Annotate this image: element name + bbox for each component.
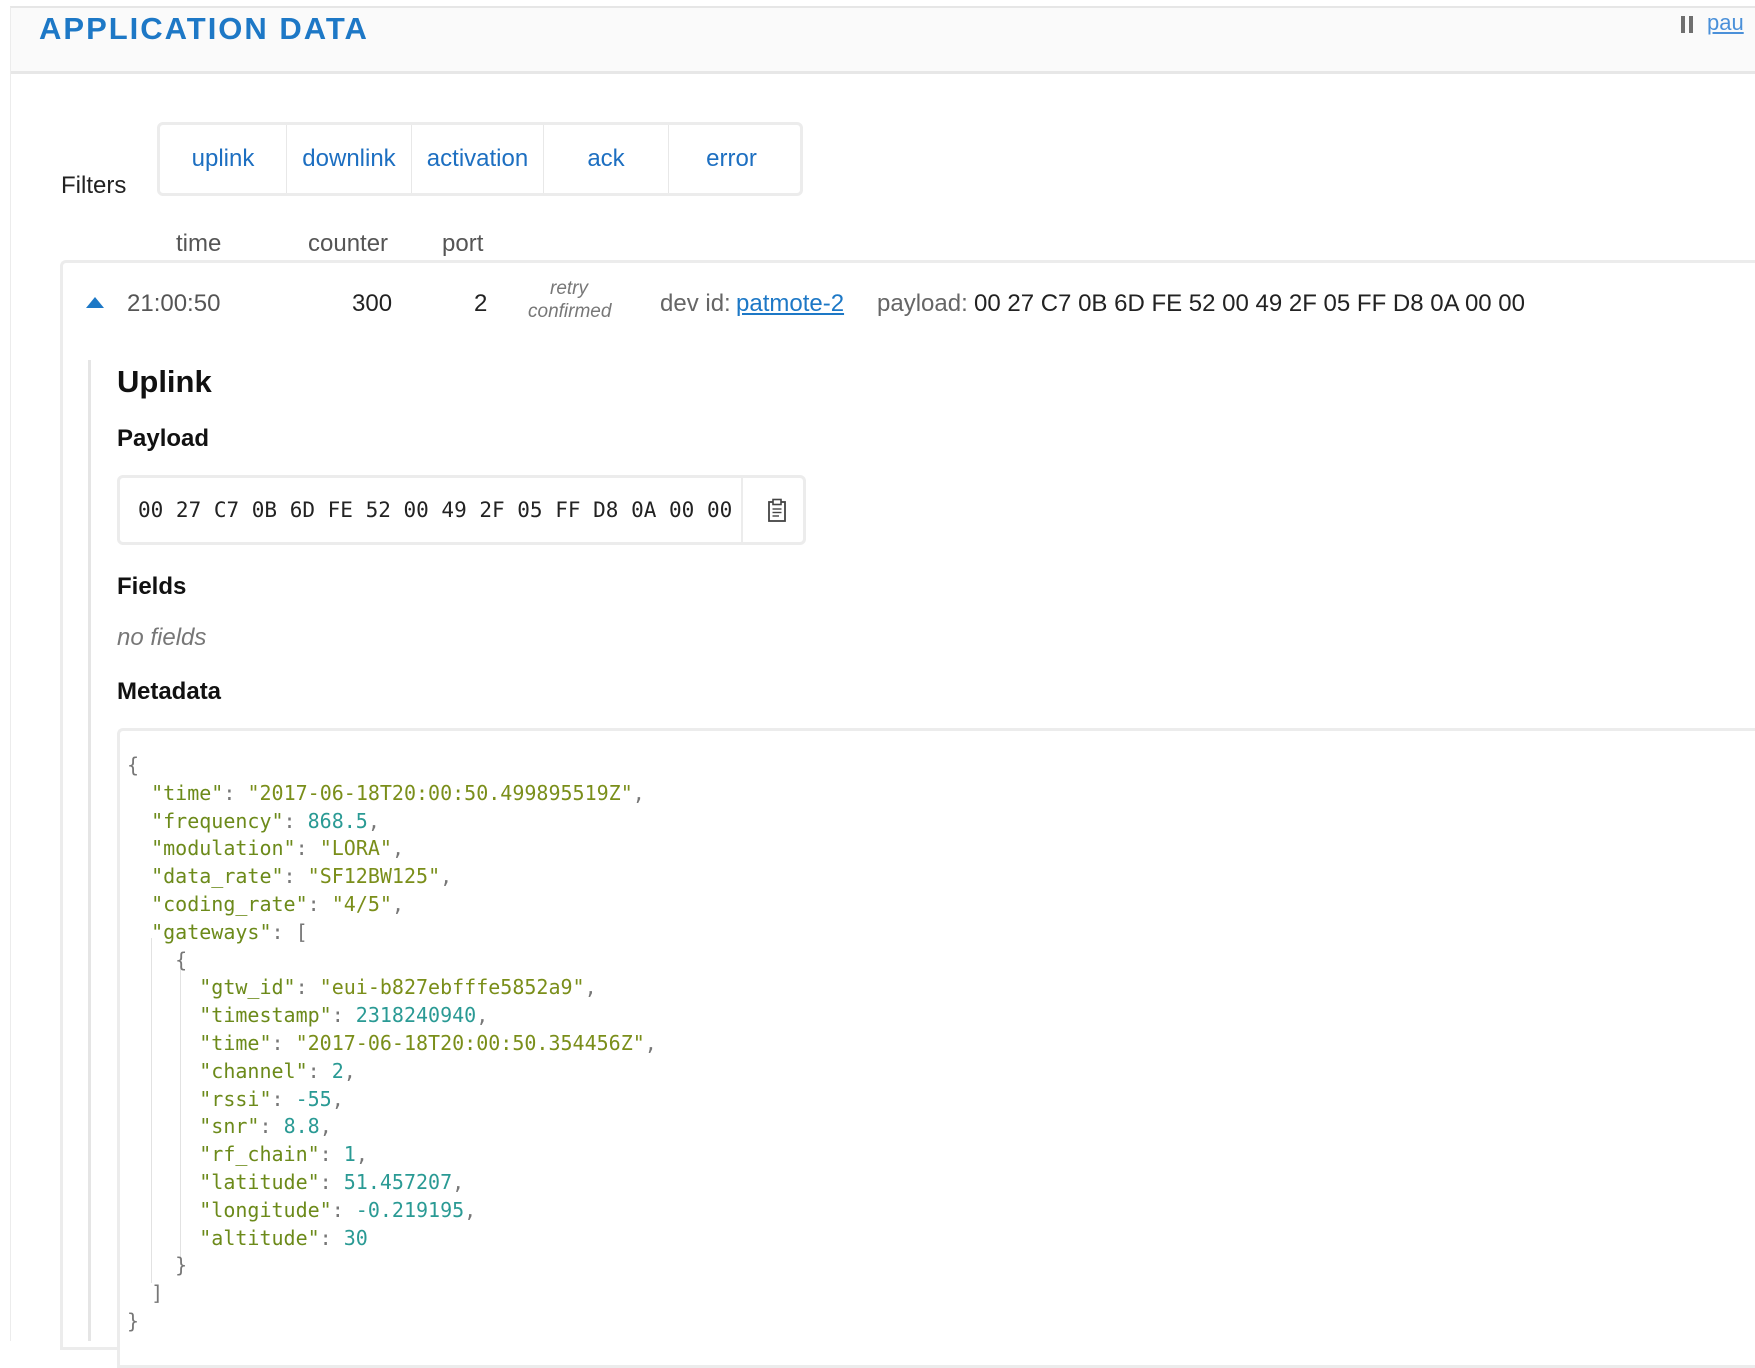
metadata-section-title: Metadata xyxy=(117,678,222,705)
column-header-counter: counter xyxy=(308,230,389,257)
payload-box: 00 27 C7 0B 6D FE 52 00 49 2F 05 FF D8 0… xyxy=(117,475,806,545)
gw-id: eui-b827ebfffe5852a9 xyxy=(331,975,573,1000)
filter-button-group: uplink downlink activation ack error xyxy=(157,122,803,196)
clipboard-icon[interactable] xyxy=(766,498,788,522)
payload-hex-value[interactable]: 00 27 C7 0B 6D FE 52 00 49 2F 05 FF D8 0… xyxy=(138,498,732,522)
app-header: APPLICATION DATA xyxy=(10,6,1755,74)
gw-snr: 8.8 xyxy=(283,1114,320,1139)
filter-uplink-button[interactable]: uplink xyxy=(160,125,287,193)
metadata-json[interactable]: { "time": "2017-06-18T20:00:50.499895519… xyxy=(127,752,657,1336)
message-counter: 300 xyxy=(352,290,393,317)
page-title: APPLICATION DATA xyxy=(39,11,369,46)
copy-divider xyxy=(741,478,743,542)
meta-modulation: LORA xyxy=(331,836,380,861)
gw-time: 2017-06-18T20:00:50.354456Z xyxy=(307,1030,633,1055)
message-port: 2 xyxy=(474,290,488,317)
filter-ack-button[interactable]: ack xyxy=(544,125,669,193)
message-type-title: Uplink xyxy=(117,364,212,399)
gw-timestamp: 2318240940 xyxy=(355,1003,477,1028)
gw-rssi: -55 xyxy=(295,1086,332,1111)
gw-rf-chain: 1 xyxy=(343,1142,356,1167)
dev-id-link[interactable]: patmote-2 xyxy=(736,290,844,318)
filter-activation-button[interactable]: activation xyxy=(412,125,544,193)
triangle-up-icon[interactable] xyxy=(86,297,104,308)
fields-section-title: Fields xyxy=(117,573,187,600)
gw-latitude: 51.457207 xyxy=(343,1169,453,1194)
confirmed-flag: confirmed xyxy=(528,301,612,322)
column-header-port: port xyxy=(442,230,484,257)
payload-section-title: Payload xyxy=(117,425,210,452)
meta-coding-rate: 4/5 xyxy=(343,891,380,916)
retry-flag: retry xyxy=(550,278,588,299)
column-header-time: time xyxy=(176,230,222,257)
payload-summary: 00 27 C7 0B 6D FE 52 00 49 2F 05 FF D8 0… xyxy=(974,290,1526,317)
meta-time: 2017-06-18T20:00:50.499895519Z xyxy=(259,780,621,805)
dev-id-label: dev id: xyxy=(660,290,731,317)
gw-channel: 2 xyxy=(331,1058,344,1083)
gw-longitude: -0.219195 xyxy=(355,1197,465,1222)
gw-altitude: 30 xyxy=(343,1225,368,1250)
pause-button[interactable]: pau xyxy=(1707,10,1744,36)
meta-data-rate: SF12BW125 xyxy=(319,864,429,889)
filter-error-button[interactable]: error xyxy=(669,125,794,193)
message-time: 21:00:50 xyxy=(127,290,221,317)
filters-label: Filters xyxy=(61,172,127,199)
meta-frequency: 868.5 xyxy=(307,808,368,833)
no-fields-text: no fields xyxy=(117,624,207,651)
pause-icon[interactable] xyxy=(1681,16,1694,33)
detail-divider xyxy=(88,360,91,1341)
filter-downlink-button[interactable]: downlink xyxy=(287,125,412,193)
payload-label: payload: xyxy=(877,290,968,317)
